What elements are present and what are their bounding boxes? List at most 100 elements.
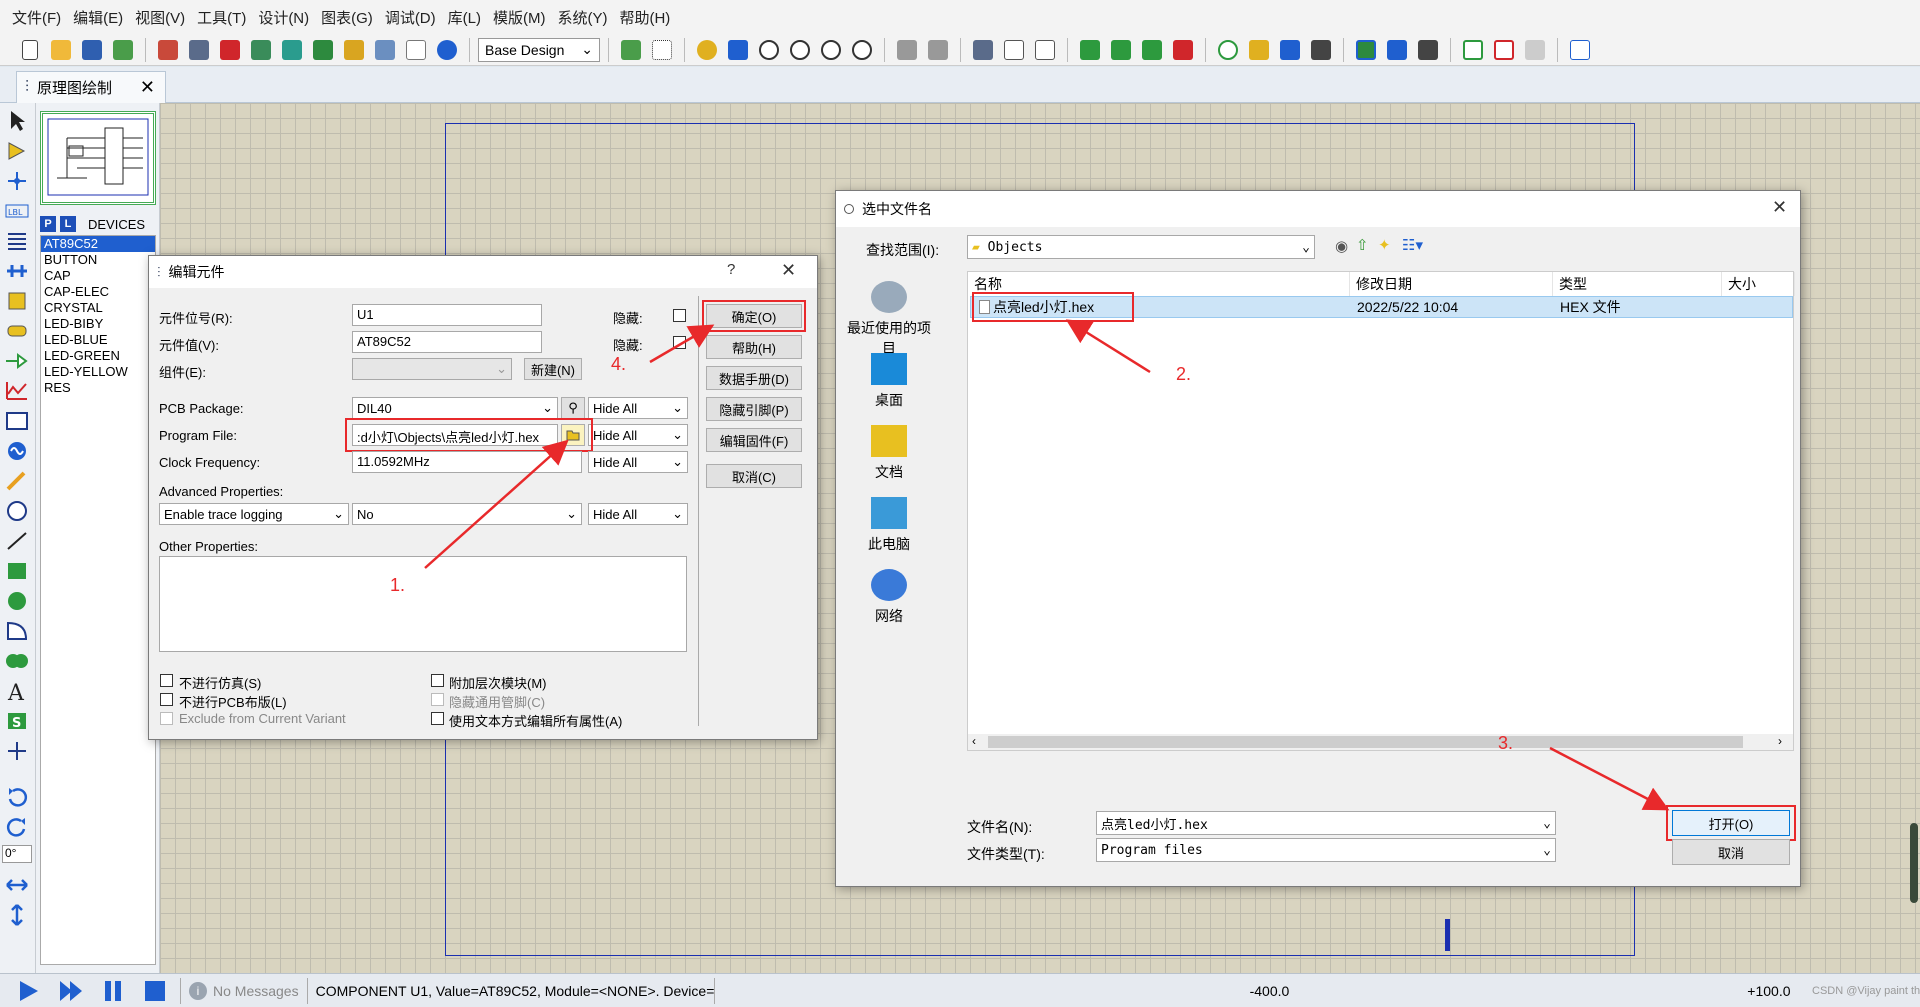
- value-input[interactable]: AT89C52: [352, 331, 542, 353]
- text-tool-icon[interactable]: A: [4, 679, 30, 706]
- rotate-ccw-icon[interactable]: [4, 815, 30, 839]
- path-tool-icon[interactable]: [4, 649, 30, 673]
- help-button[interactable]: ?: [727, 261, 735, 278]
- zoom-area-icon[interactable]: [848, 36, 876, 64]
- advanced-value-select[interactable]: No ⌄: [352, 503, 582, 525]
- menu-system[interactable]: 系统(Y): [551, 7, 613, 28]
- rotation-input[interactable]: 0°: [2, 845, 32, 863]
- bus-icon[interactable]: [4, 259, 30, 283]
- list-item[interactable]: AT89C52: [41, 236, 155, 252]
- document-icon[interactable]: [402, 36, 430, 64]
- pick-device-button[interactable]: P: [40, 216, 56, 232]
- cancel-button[interactable]: 取消(C): [706, 464, 802, 488]
- grid-icon[interactable]: [648, 36, 676, 64]
- no-simulate-checkbox[interactable]: [160, 674, 173, 687]
- bom-icon[interactable]: [309, 36, 337, 64]
- terminal-icon[interactable]: [4, 319, 30, 343]
- schematic-scrollbar[interactable]: [1910, 823, 1918, 903]
- ref-input[interactable]: U1: [352, 304, 542, 326]
- exit-parent-icon[interactable]: [1521, 36, 1549, 64]
- filename-input[interactable]: 点亮led小灯.hex ⌄: [1096, 811, 1556, 835]
- zoom-all-icon[interactable]: [817, 36, 845, 64]
- advanced-property-select[interactable]: Enable trace logging ⌄: [159, 503, 349, 525]
- hidden-pins-button[interactable]: 隐藏引脚(P): [706, 397, 802, 421]
- attach-hierarchy-checkbox[interactable]: [431, 674, 444, 687]
- lookin-select[interactable]: ▰ Objects ⌄: [967, 235, 1315, 259]
- pick-device-icon[interactable]: [1214, 36, 1242, 64]
- scroll-thumb[interactable]: [988, 736, 1743, 748]
- pan-icon[interactable]: [724, 36, 752, 64]
- play-icon[interactable]: [16, 979, 42, 1003]
- rotate-cw-icon[interactable]: [4, 785, 30, 809]
- marker-tool-icon[interactable]: [4, 739, 30, 763]
- help-dialog-button[interactable]: 帮助(H): [706, 335, 802, 359]
- menu-design[interactable]: 设计(N): [252, 7, 315, 28]
- filetype-select[interactable]: Program files ⌄: [1096, 838, 1556, 862]
- pcb-hide-select[interactable]: Hide All ⌄: [588, 397, 688, 419]
- pcb-package-select[interactable]: DIL40 ⌄: [352, 397, 558, 419]
- clock-input[interactable]: 11.0592MHz: [352, 451, 582, 473]
- mirror-vertical-icon[interactable]: [4, 903, 30, 927]
- pin-icon[interactable]: [4, 349, 30, 373]
- origin-icon[interactable]: [693, 36, 721, 64]
- text-script-icon[interactable]: [4, 229, 30, 253]
- no-pcb-checkbox[interactable]: [160, 693, 173, 706]
- close-icon[interactable]: ✕: [1772, 197, 1787, 218]
- list-item[interactable]: CRYSTAL: [41, 300, 155, 316]
- import-icon[interactable]: [109, 36, 137, 64]
- mirror-horizontal-icon[interactable]: [4, 873, 30, 897]
- list-item[interactable]: CAP-ELEC: [41, 284, 155, 300]
- block-move-icon[interactable]: [1107, 36, 1135, 64]
- back-icon[interactable]: ◉: [1335, 237, 1348, 255]
- block-delete-icon[interactable]: [1169, 36, 1197, 64]
- library-manager-button[interactable]: L: [60, 216, 76, 232]
- zoom-out-icon[interactable]: [786, 36, 814, 64]
- redo-icon[interactable]: [924, 36, 952, 64]
- decompose-icon[interactable]: [1307, 36, 1335, 64]
- datasheet-button[interactable]: 数据手册(D): [706, 366, 802, 390]
- list-item[interactable]: LED-YELLOW: [41, 364, 155, 380]
- new-folder-icon[interactable]: ✦: [1378, 236, 1391, 254]
- menu-template[interactable]: 模版(M): [487, 7, 552, 28]
- design-select[interactable]: Base Design ⌄: [478, 37, 600, 62]
- report-icon[interactable]: [1566, 36, 1594, 64]
- tab-schematic[interactable]: ⫶ 原理图绘制 ✕: [16, 71, 166, 103]
- stop-icon[interactable]: [142, 979, 168, 1003]
- component-mode-icon[interactable]: [4, 139, 30, 163]
- line-tool-icon[interactable]: [4, 529, 30, 553]
- place-desktop[interactable]: 桌面: [844, 353, 934, 410]
- list-item[interactable]: LED-BLUE: [41, 332, 155, 348]
- block-copy-icon[interactable]: [1076, 36, 1104, 64]
- cut-icon[interactable]: [969, 36, 997, 64]
- box-tool-icon[interactable]: [4, 559, 30, 583]
- circle-tool-icon[interactable]: [4, 589, 30, 613]
- generator-icon[interactable]: [4, 439, 30, 463]
- new-sheet-icon[interactable]: [1459, 36, 1487, 64]
- hide-value-checkbox[interactable]: [673, 336, 686, 349]
- menu-graph[interactable]: 图表(G): [315, 7, 379, 28]
- subcircuit-icon[interactable]: [4, 289, 30, 313]
- search-tag-icon[interactable]: [1383, 36, 1411, 64]
- place-documents[interactable]: 文档: [844, 425, 934, 482]
- help-icon[interactable]: [433, 36, 461, 64]
- menu-edit[interactable]: 编辑(E): [67, 7, 129, 28]
- other-properties-textarea[interactable]: [159, 556, 687, 652]
- paste-icon[interactable]: [1031, 36, 1059, 64]
- probe-icon[interactable]: [4, 469, 30, 493]
- step-icon[interactable]: [58, 979, 84, 1003]
- up-folder-icon[interactable]: ⇧: [1356, 236, 1369, 254]
- 3d-view-icon[interactable]: [247, 36, 275, 64]
- close-icon[interactable]: ✕: [140, 77, 155, 98]
- code-icon[interactable]: [371, 36, 399, 64]
- junction-dot-icon[interactable]: [4, 169, 30, 193]
- zoom-in-icon[interactable]: [755, 36, 783, 64]
- list-item[interactable]: CAP: [41, 268, 155, 284]
- property-tool-icon[interactable]: [1414, 36, 1442, 64]
- column-size[interactable]: 大小: [1722, 272, 1795, 296]
- save-icon[interactable]: [78, 36, 106, 64]
- menu-file[interactable]: 文件(F): [6, 7, 67, 28]
- menu-help[interactable]: 帮助(H): [613, 7, 676, 28]
- clock-hide-select[interactable]: Hide All ⌄: [588, 451, 688, 473]
- scroll-left-icon[interactable]: ‹: [972, 734, 976, 748]
- horizontal-scrollbar[interactable]: ‹ ›: [968, 734, 1793, 750]
